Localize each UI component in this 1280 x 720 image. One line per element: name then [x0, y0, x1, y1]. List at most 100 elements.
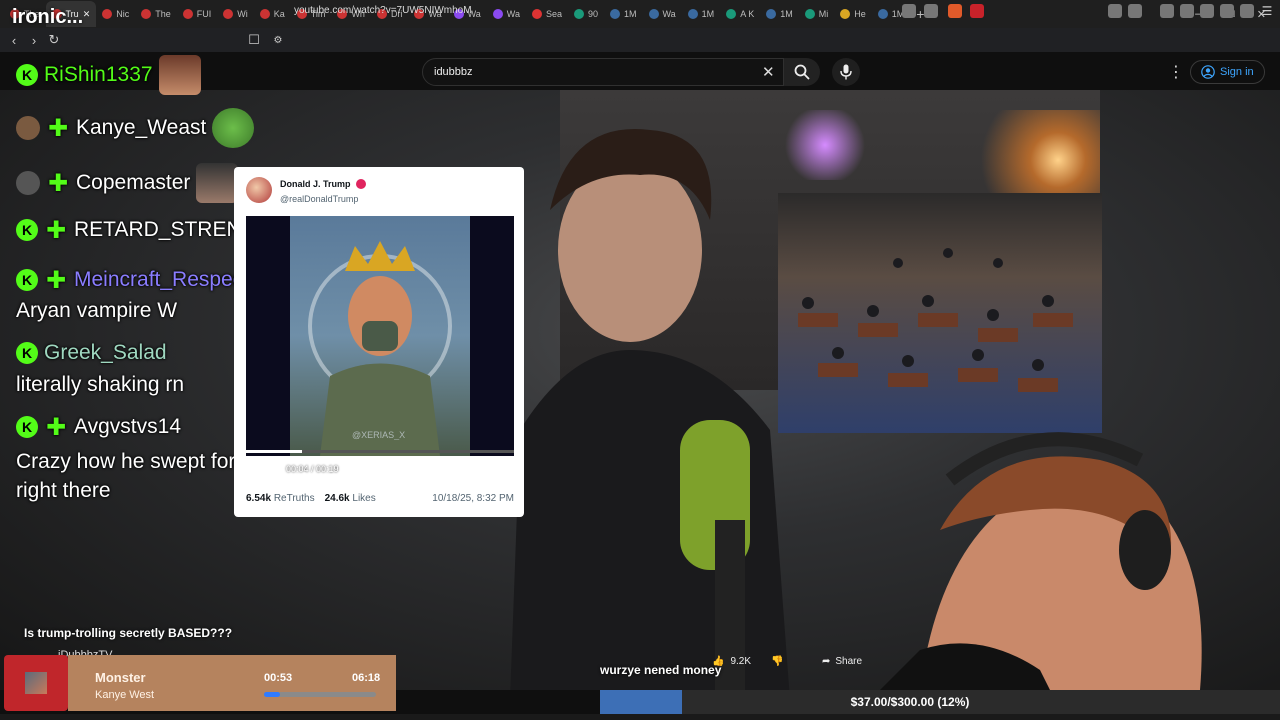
extension-icon[interactable]	[1128, 4, 1142, 18]
browser-tab[interactable]: 1M	[760, 1, 799, 27]
close-tab-icon[interactable]: ✕	[83, 9, 91, 20]
share-icon: ➦	[822, 655, 831, 667]
post-video-progress-fill	[246, 450, 303, 453]
back-icon[interactable]: ‹	[4, 30, 24, 50]
brave-rewards-icon[interactable]	[970, 4, 984, 18]
chat-message: ✚ Copemaster	[16, 163, 239, 203]
kick-badge-icon: K	[16, 64, 38, 86]
like-dislike-group: 👍 9.2K 👎	[712, 650, 783, 672]
chat-username: Avgvstvs14	[74, 415, 181, 438]
browser-tab[interactable]: He	[834, 1, 872, 27]
bookmark-icon[interactable]: ☐	[244, 30, 264, 50]
extension-icon[interactable]	[1108, 4, 1122, 18]
now-playing-widget: Monster Kanye West 00:53 06:18	[4, 655, 396, 711]
tab-label: FUI	[196, 9, 212, 19]
voice-search-button[interactable]	[832, 58, 860, 86]
menu-icon[interactable]: ☰	[1260, 4, 1274, 18]
tab-favicon-icon	[492, 9, 503, 19]
vpn-icon[interactable]	[1240, 4, 1254, 18]
browser-tab[interactable]: Ka	[254, 1, 291, 27]
browser-tab[interactable]: Wa	[643, 1, 682, 27]
search-button[interactable]	[784, 58, 820, 86]
chat-message: K Greek_Salad	[16, 341, 167, 365]
tab-favicon-icon	[877, 9, 888, 19]
forward-icon[interactable]: ›	[24, 30, 44, 50]
browser-tab[interactable]: 1M	[604, 1, 643, 27]
user-avatar	[16, 116, 40, 140]
browser-tab[interactable]: Mi	[799, 1, 835, 27]
chat-message: K RiShin1337	[16, 55, 201, 95]
emote-icon	[158, 55, 201, 95]
browser-tab[interactable]: The	[135, 1, 177, 27]
sidebar-icon[interactable]	[1180, 4, 1194, 18]
share-button[interactable]: ➦ Share	[812, 650, 872, 672]
gem-badge-icon: ✚	[45, 216, 67, 244]
browser-tab[interactable]: A K	[720, 1, 760, 27]
ai-pilot-king-image	[290, 216, 470, 456]
post-stats: 6.54k ReTruths 24.6k Likes 10/18/25, 8:3…	[246, 493, 514, 504]
kick-badge-icon: K	[16, 342, 38, 364]
account-icon	[1201, 65, 1215, 79]
taskbar-strip	[0, 714, 1280, 720]
senate-floor-image	[778, 193, 1102, 433]
dislike-icon[interactable]: 👎	[771, 656, 783, 667]
donation-goal-bar: $37.00/$300.00 (12%)	[600, 690, 1280, 714]
extension-icon[interactable]	[1220, 4, 1234, 18]
retruths-stat: 6.54k ReTruths	[246, 493, 315, 504]
browser-tab-bar: The Tru ✕ Nic The FUI Wi Ka Tim Wh Dri Wa Wa Wa Sea 90 1…	[0, 0, 1280, 28]
album-art	[4, 655, 68, 711]
browser-tab[interactable]: 1M	[682, 1, 721, 27]
truth-social-post: Donald J. Trump @realDonaldTrump @XERIAS…	[234, 167, 524, 517]
reload-icon[interactable]: ↻	[44, 30, 64, 50]
kick-badge-icon: K	[16, 416, 38, 438]
post-video-progress[interactable]	[246, 450, 514, 453]
url-field[interactable]: youtube.com/watch?v=7UW5NIWmhoM	[294, 5, 472, 16]
site-info-icon[interactable]: ⚙	[268, 30, 288, 50]
tab-label: Wa	[662, 9, 676, 19]
track-progress-fill	[264, 692, 280, 697]
browser-tab[interactable]: 90	[568, 1, 604, 27]
tab-label: Nic	[116, 9, 130, 19]
tab-label: Wi	[237, 9, 248, 19]
like-count[interactable]: 9.2K	[730, 656, 751, 667]
browser-tab[interactable]: Wa	[487, 1, 526, 27]
emote-icon	[196, 163, 239, 203]
share-label: Share	[835, 655, 863, 667]
sign-in-button[interactable]: Sign in	[1190, 60, 1265, 84]
brave-shield-icon[interactable]	[948, 4, 962, 18]
kick-badge-icon: K	[16, 219, 38, 241]
like-icon[interactable]: 👍	[712, 656, 724, 667]
media-watermark: @XERIAS_X	[352, 430, 406, 440]
post-video[interactable]: @XERIAS_X ❚❚ 🔈 ⚙ ▣	[246, 216, 514, 456]
tab-favicon-icon	[223, 9, 234, 19]
extension-icon[interactable]	[924, 4, 938, 18]
media-icon[interactable]	[1160, 4, 1174, 18]
chat-message-text: Aryan vampire W	[16, 299, 178, 322]
profile-avatar	[246, 177, 272, 203]
search-box[interactable]	[422, 58, 784, 86]
extension-icon[interactable]	[902, 4, 916, 18]
browser-tab[interactable]: Wi	[217, 1, 254, 27]
browser-tab[interactable]: Nic	[96, 1, 135, 27]
tab-label: A K	[740, 9, 755, 19]
more-options-icon[interactable]: ⋮	[1168, 62, 1184, 82]
tab-favicon-icon	[726, 9, 737, 19]
tab-label: Wa	[506, 9, 520, 19]
browser-tab[interactable]: FUI	[177, 1, 218, 27]
chat-message: K ✚ Avgvstvs14	[16, 414, 181, 441]
search-input[interactable]: idubbbz	[434, 66, 473, 78]
tab-label: The	[155, 9, 171, 19]
post-author-name: Donald J. Trump	[280, 179, 351, 189]
browser-tab[interactable]: Sea	[526, 1, 568, 27]
tab-label: 90	[587, 9, 598, 19]
wallet-icon[interactable]	[1200, 4, 1214, 18]
tab-favicon-icon	[648, 9, 659, 19]
gem-badge-icon: ✚	[47, 114, 69, 142]
tab-favicon-icon	[259, 9, 270, 19]
tab-favicon-icon	[687, 9, 698, 19]
tab-favicon-icon	[609, 9, 620, 19]
tab-label: Ka	[273, 9, 285, 19]
clear-search-icon[interactable]: ✕	[762, 63, 775, 81]
tab-favicon-icon	[531, 9, 542, 19]
gem-badge-icon: ✚	[47, 169, 69, 197]
